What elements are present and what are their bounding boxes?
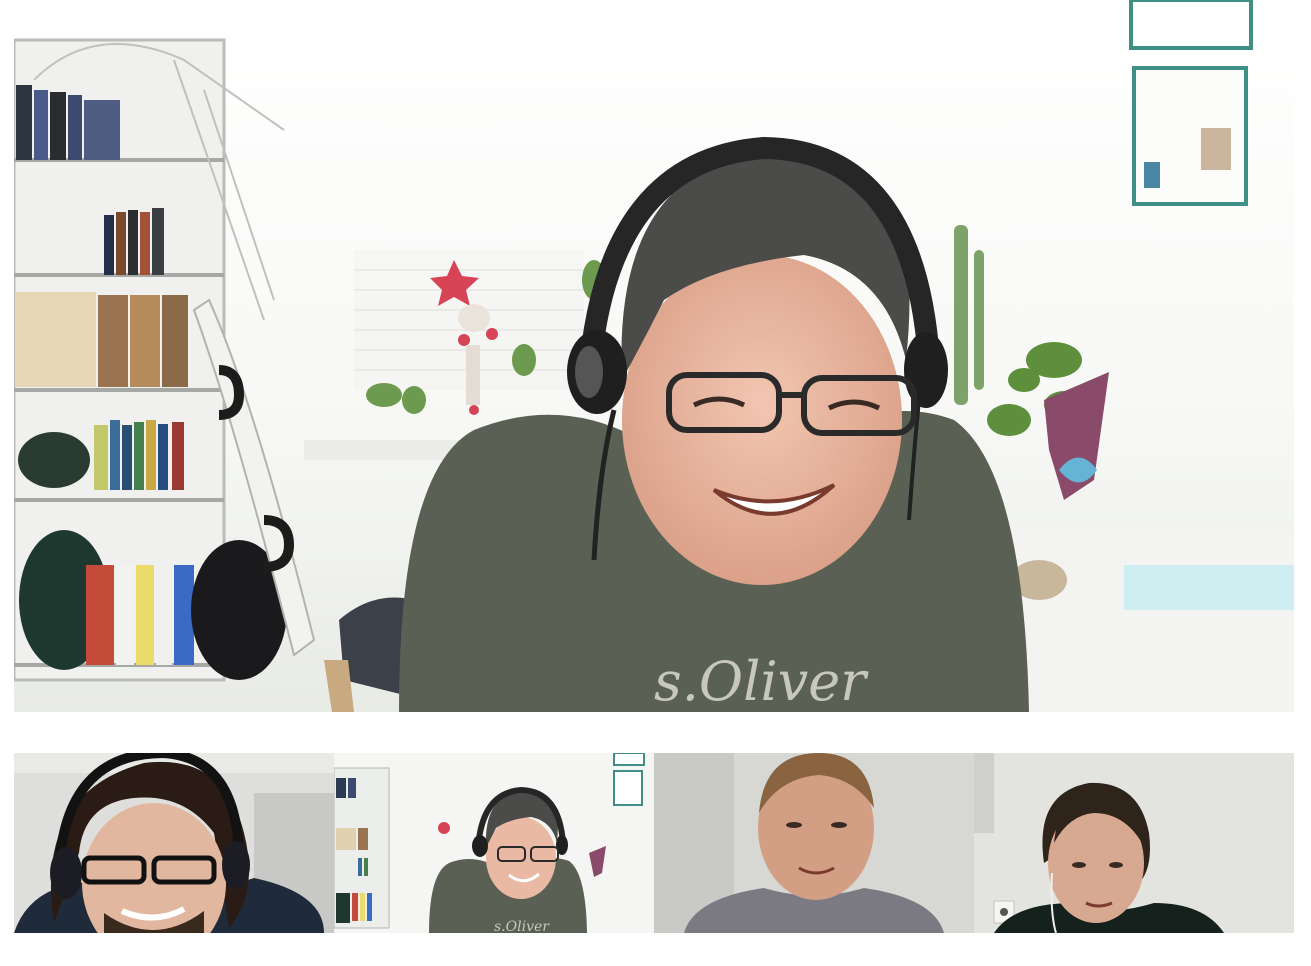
video-call-window: s.Oliver s.Oliver	[0, 0, 1311, 966]
person-face	[622, 255, 902, 585]
headset-right-cup	[904, 332, 948, 408]
desk-paper	[1124, 565, 1294, 610]
main-video-feed[interactable]: s.Oliver	[14, 0, 1294, 712]
participant-tile-2[interactable]: s.Oliver	[334, 753, 654, 933]
participant-tile-1[interactable]	[14, 753, 334, 933]
desk	[994, 530, 1294, 712]
participant-thumbnails: s.Oliver	[14, 753, 1294, 933]
shirt-logo-thumb: s.Oliver	[494, 919, 550, 933]
participant-tile-3[interactable]	[654, 753, 974, 933]
shirt-logo: s.Oliver	[654, 650, 869, 712]
participant-tile-4[interactable]	[974, 753, 1294, 933]
wall-frames	[1129, 0, 1253, 206]
main-video-frame: s.Oliver	[14, 0, 1294, 712]
